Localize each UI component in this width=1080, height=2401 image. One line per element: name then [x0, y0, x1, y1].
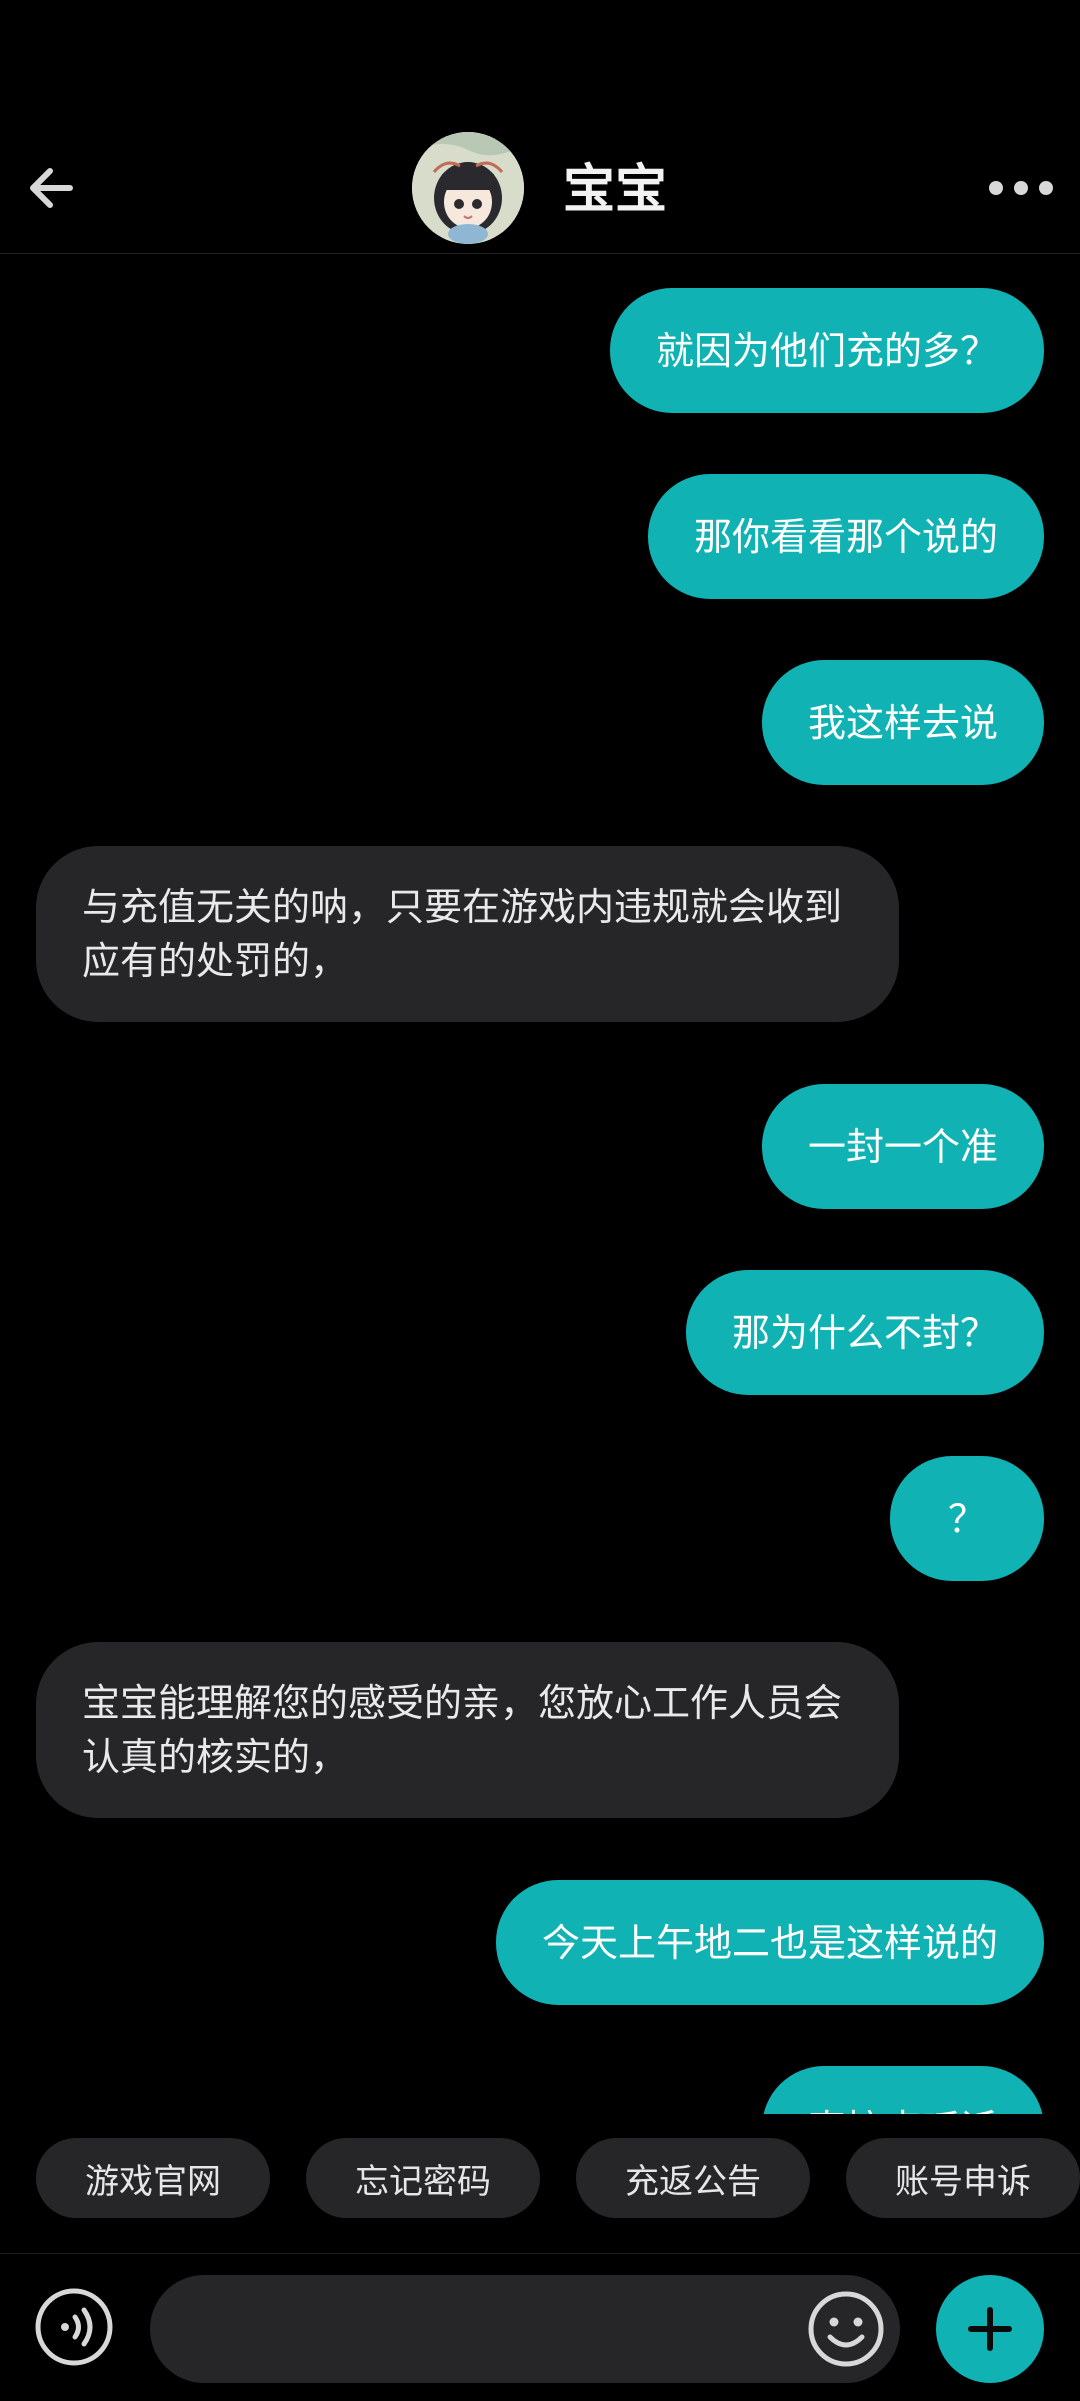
chat-header: 宝宝	[0, 0, 1080, 254]
emoji-button[interactable]	[806, 2289, 886, 2369]
arrow-left-icon	[30, 168, 73, 208]
outgoing-message: ？	[889, 1456, 1044, 1581]
avatar-illustration	[412, 132, 524, 244]
outgoing-message: 我这样去说	[761, 660, 1044, 785]
more-dots-icon	[989, 181, 1053, 195]
avatar[interactable]	[412, 132, 524, 244]
outgoing-message: 那为什么不封？	[685, 1270, 1044, 1395]
voice-icon	[35, 2288, 113, 2366]
quick-reply-forgot-password[interactable]: 忘记密码	[306, 2138, 540, 2218]
incoming-message: 宝宝能理解您的感受的亲，您放心工作人员会认真的核实的，	[36, 1642, 899, 1818]
message-input[interactable]	[150, 2275, 900, 2383]
page-title: 宝宝	[563, 160, 668, 220]
incoming-message: 与充值无关的呐，只要在游戏内违规就会收到应有的处罚的，	[36, 846, 899, 1022]
add-button[interactable]	[936, 2275, 1044, 2383]
more-button[interactable]	[986, 168, 1056, 208]
voice-button[interactable]	[33, 2286, 115, 2368]
quick-reply-official-site[interactable]: 游戏官网	[36, 2138, 270, 2218]
quick-reply-account-appeal[interactable]: 账号申诉	[846, 2138, 1080, 2218]
emoji-icon	[808, 2291, 884, 2367]
message-list[interactable]: 就因为他们充的多？ 那你看看那个说的 我这样去说 与充值无关的呐，只要在游戏内违…	[0, 254, 1080, 2114]
plus-icon	[968, 2307, 1012, 2351]
outgoing-message: 就因为他们充的多？	[609, 288, 1044, 413]
outgoing-message: 直接点呼诉	[761, 2066, 1044, 2114]
input-bar	[0, 2253, 1080, 2401]
outgoing-message: 那你看看那个说的	[647, 474, 1044, 599]
quick-reply-recharge-notice[interactable]: 充返公告	[576, 2138, 810, 2218]
outgoing-message: 今天上午地二也是这样说的	[495, 1880, 1044, 2005]
outgoing-message: 一封一个准	[761, 1084, 1044, 1209]
back-button[interactable]	[22, 158, 82, 218]
quick-reply-bar: 游戏官网 忘记密码 充返公告 账号申诉	[0, 2138, 1080, 2226]
